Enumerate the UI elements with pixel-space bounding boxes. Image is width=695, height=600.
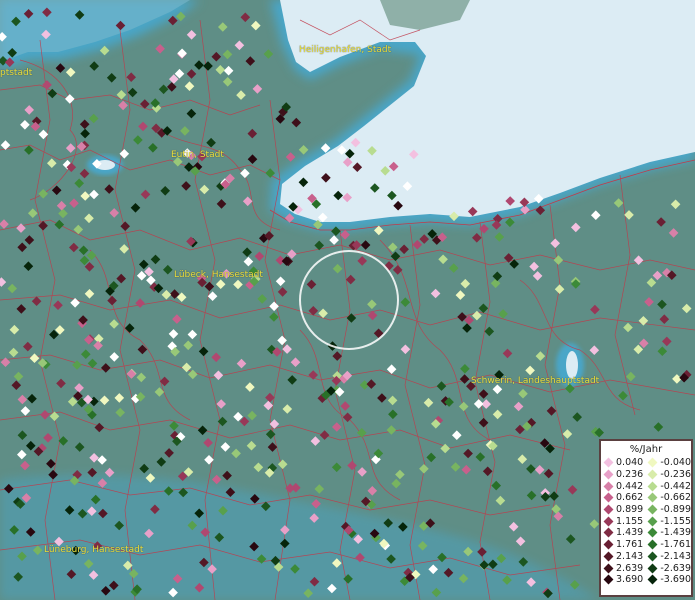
legend-title: %/Jahr [629,444,663,455]
legend-swatch-icon [603,539,614,550]
map-canvas[interactable] [0,0,695,600]
city-label-heiligenhafen: Heiligenhafen, Stadt [299,45,392,55]
legend-value: -0.040 [660,457,691,469]
legend-row: 1.155 -1.155 [601,515,691,527]
legend-value: -1.439 [660,527,691,539]
legend-swatch-icon [603,469,614,480]
legend-swatch-icon [647,539,658,550]
legend-entry-positive: 0.899 [601,504,645,515]
city-label-eutin: Eutin, Stadt [171,150,224,160]
legend-value: 3.690 [616,574,644,586]
legend-value: 1.155 [616,515,644,527]
city-label-luebeck: Lübeck, Hansestadt [174,270,263,280]
legend-value: 1.761 [616,539,644,551]
legend-entry-negative: -1.761 [645,539,691,550]
legend-entry-negative: -0.442 [645,481,691,492]
legend-row: 3.690 -3.690 [601,574,691,586]
legend-value: -0.236 [660,469,691,481]
legend-swatch-icon [647,574,658,585]
legend-swatch-icon [603,574,614,585]
legend-entry-negative: -0.662 [645,492,691,503]
city-label-lueneburg: Lüneburg, Hansestadt [44,545,144,555]
legend-swatch-icon [647,516,658,527]
legend-entry-positive: 0.040 [601,457,645,468]
legend-entry-positive: 3.690 [601,574,645,585]
legend-value: -1.761 [660,539,691,551]
legend-value: -2.639 [660,562,691,574]
legend-swatch-icon [603,457,614,468]
legend-row: 0.442 -0.442 [601,480,691,492]
legend-value: -3.690 [660,574,691,586]
legend-row: 1.761 -1.761 [601,539,691,551]
legend-swatch-icon [603,551,614,562]
legend-swatch-icon [647,481,658,492]
legend-swatch-icon [603,492,614,503]
legend-entry-negative: -2.639 [645,563,691,574]
legend-swatch-icon [647,504,658,515]
legend-swatch-icon [647,457,658,468]
legend-value: 0.899 [616,504,644,516]
legend-entry-positive: 0.662 [601,492,645,503]
legend-swatch-icon [603,516,614,527]
legend-swatch-icon [603,481,614,492]
legend-swatch-icon [647,469,658,480]
legend-swatch-icon [647,528,658,538]
legend-value: 0.442 [616,480,644,492]
map-legend: %/Jahr 0.040 -0.040 0.236 -0.236 0.442 -0.442… [599,439,693,597]
legend-value: -0.662 [660,492,691,504]
legend-value: -2.143 [660,550,691,562]
legend-swatch-icon [603,563,614,573]
legend-row: 1.439 -1.439 [601,527,691,539]
legend-entry-negative: -1.439 [645,527,691,538]
legend-entry-positive: 0.236 [601,469,645,480]
legend-row: 2.639 -2.639 [601,562,691,574]
legend-value: 2.143 [616,550,644,562]
city-label-schwerin: Schwerin, Landeshauptstadt [471,376,600,386]
legend-swatch-icon [603,528,614,538]
city-label-edge: ptstadt [0,68,33,78]
legend-value: 2.639 [616,562,644,574]
legend-entry-positive: 0.442 [601,481,645,492]
legend-value: -0.442 [660,480,691,492]
legend-row: 0.236 -0.236 [601,469,691,481]
legend-entry-positive: 2.639 [601,563,645,574]
legend-entry-negative: -1.155 [645,516,691,527]
legend-row: 0.040 -0.040 [601,457,691,469]
legend-value: 1.439 [616,527,644,539]
legend-swatch-icon [603,504,614,515]
legend-value: -1.155 [660,515,691,527]
legend-entry-positive: 1.155 [601,516,645,527]
legend-entry-positive: 1.761 [601,539,645,550]
legend-entry-positive: 1.439 [601,527,645,538]
legend-entry-positive: 2.143 [601,551,645,562]
legend-value: 0.236 [616,469,644,481]
legend-value: -0.899 [660,504,691,516]
legend-entry-negative: -3.690 [645,574,691,585]
legend-row: 2.143 -2.143 [601,551,691,563]
legend-entry-negative: -0.899 [645,504,691,515]
legend-row: 0.662 -0.662 [601,492,691,504]
legend-entry-negative: -0.040 [645,457,691,468]
legend-value: 0.662 [616,492,644,504]
legend-entry-negative: -2.143 [645,551,691,562]
legend-swatch-icon [647,492,658,503]
legend-value: 0.040 [616,457,644,469]
legend-entry-negative: -0.236 [645,469,691,480]
legend-row: 0.899 -0.899 [601,504,691,516]
legend-swatch-icon [647,551,658,562]
legend-swatch-icon [647,563,658,573]
